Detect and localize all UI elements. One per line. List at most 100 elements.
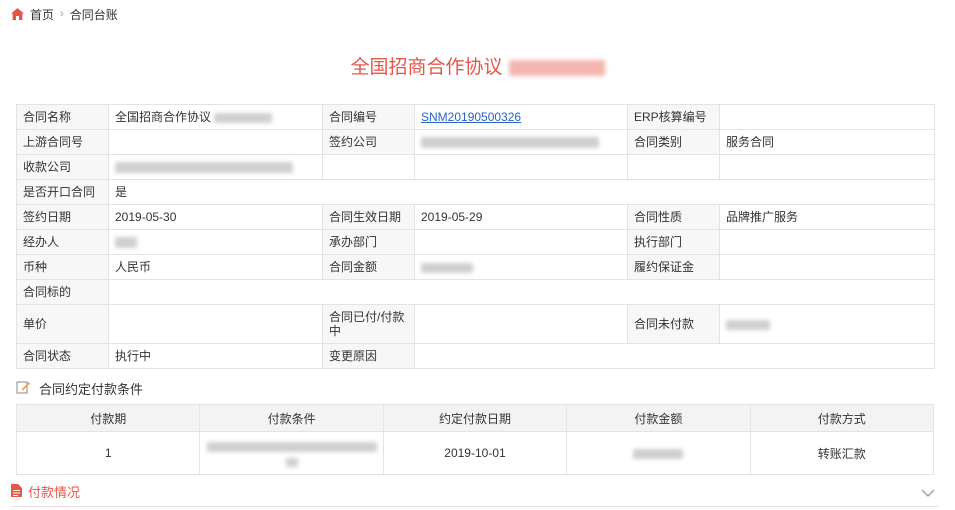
column-header: 付款条件 [199,404,384,432]
info-row: 签约日期 2019-05-30 合同生效日期 2019-05-29 合同性质 品… [16,204,935,230]
upstream-no-label: 上游合同号 [16,129,109,155]
unpaid-amount-value [719,304,935,344]
info-row: 合同状态 执行中 变更原因 [16,343,935,369]
redacted-value [726,319,770,330]
payment-amount-cell [566,431,751,475]
info-row: 是否开口合同 是 [16,179,935,205]
breadcrumb-home-link[interactable]: 首页 [30,6,54,23]
signing-company-label: 签约公司 [322,129,415,155]
info-row: 合同标的 [16,279,935,305]
table-header-row: 付款期 付款条件 约定付款日期 付款金额 付款方式 [15,404,935,432]
empty-cell [322,154,415,180]
breadcrumb: 首页 › 合同台账 [11,6,118,22]
open-contract-value: 是 [108,179,935,205]
column-header: 付款金额 [566,404,751,432]
payment-condition-cell [199,431,384,475]
home-icon[interactable] [11,8,24,20]
handler-value [108,229,323,255]
payment-method-cell: 转账汇款 [749,431,935,475]
contract-status-value: 执行中 [108,343,323,369]
effective-date-value: 2019-05-29 [414,204,628,230]
contract-name-label: 合同名称 [16,104,109,130]
info-row: 合同名称 全国招商合作协议 合同编号 SNM20190500326 ERP核算编… [16,104,935,130]
undertaking-dept-label: 承办部门 [322,229,415,255]
payment-terms-table: 付款期 付款条件 约定付款日期 付款金额 付款方式 1 2019-10-01 转… [15,404,935,475]
table-row: 1 2019-10-01 转账汇款 [15,431,935,475]
column-header: 约定付款日期 [382,404,568,432]
erp-no-label: ERP核算编号 [627,104,720,130]
effective-date-label: 合同生效日期 [322,204,415,230]
redacted-value [633,448,684,459]
redacted-value [421,262,473,273]
payee-company-label: 收款公司 [16,154,109,180]
contract-subject-label: 合同标的 [16,279,109,305]
sign-date-label: 签约日期 [16,204,109,230]
breadcrumb-separator: › [60,8,64,20]
contract-category-label: 合同类别 [627,129,720,155]
erp-no-value [719,104,935,130]
contract-no-value: SNM20190500326 [414,104,628,130]
contract-subject-value [108,279,935,305]
payee-company-value [108,154,323,180]
breadcrumb-current: 合同台账 [69,7,118,22]
empty-cell [414,154,628,180]
unit-price-value [108,304,323,344]
contract-name-value: 全国招商合作协议 [108,104,323,130]
contract-no-link[interactable]: SNM20190500326 [421,110,521,124]
payment-date-cell: 2019-10-01 [382,431,568,475]
currency-label: 币种 [16,254,109,280]
undertaking-dept-value [414,229,628,255]
executing-dept-value [719,229,935,255]
handler-label: 经办人 [16,229,109,255]
info-row: 收款公司 [16,154,935,180]
info-row: 上游合同号 签约公司 合同类别 服务合同 [16,129,935,155]
signing-company-value [414,129,628,155]
executing-dept-label: 执行部门 [627,229,720,255]
empty-cell [719,154,935,180]
empty-cell [627,154,720,180]
sign-date-value: 2019-05-30 [108,204,323,230]
info-row: 经办人 承办部门 执行部门 [16,229,935,255]
redacted-value [206,441,377,452]
page-title-text: 全国招商合作协议 [350,57,503,78]
performance-deposit-label: 履约保证金 [627,254,720,280]
payment-status-heading[interactable]: 付款情况 [11,482,80,501]
contract-no-label: 合同编号 [322,104,415,130]
unit-price-label: 单价 [16,304,109,344]
edit-note-icon [16,380,31,397]
column-header: 付款方式 [749,404,935,432]
redacted-value [421,137,599,149]
performance-deposit-value [719,254,935,280]
upstream-no-value [108,129,323,155]
contract-status-label: 合同状态 [16,343,109,369]
contract-name-text: 全国招商合作协议 [115,110,212,124]
info-row: 单价 合同已付/付款中 合同未付款 [16,304,935,344]
info-row: 币种 人民币 合同金额 履约保证金 [16,254,935,280]
change-reason-label: 变更原因 [322,343,415,369]
redacted-value [285,458,298,468]
contract-amount-value [414,254,628,280]
redacted-value [115,162,293,174]
page-title: 全国招商合作协议 [0,52,955,79]
unpaid-amount-label: 合同未付款 [627,304,720,344]
column-header: 付款期 [15,404,201,432]
contract-info-table: 合同名称 全国招商合作协议 合同编号 SNM20190500326 ERP核算编… [16,104,935,369]
document-icon [11,483,22,500]
payment-terms-title: 合同约定付款条件 [39,382,144,397]
currency-value: 人民币 [108,254,323,280]
contract-nature-value: 品牌推广服务 [719,204,935,230]
payment-terms-heading: 合同约定付款条件 [16,379,143,398]
paid-amount-value [414,304,628,344]
payment-period-cell: 1 [15,431,201,475]
redacted-title-suffix [508,59,605,76]
section-divider [11,506,939,507]
chevron-down-icon[interactable] [921,486,935,500]
change-reason-value [414,343,935,369]
redacted-value [214,112,273,123]
paid-amount-label: 合同已付/付款中 [322,304,415,344]
contract-amount-label: 合同金额 [322,254,415,280]
open-contract-label: 是否开口合同 [16,179,109,205]
redacted-value [115,237,137,249]
payment-status-title: 付款情况 [28,485,81,500]
contract-nature-label: 合同性质 [627,204,720,230]
